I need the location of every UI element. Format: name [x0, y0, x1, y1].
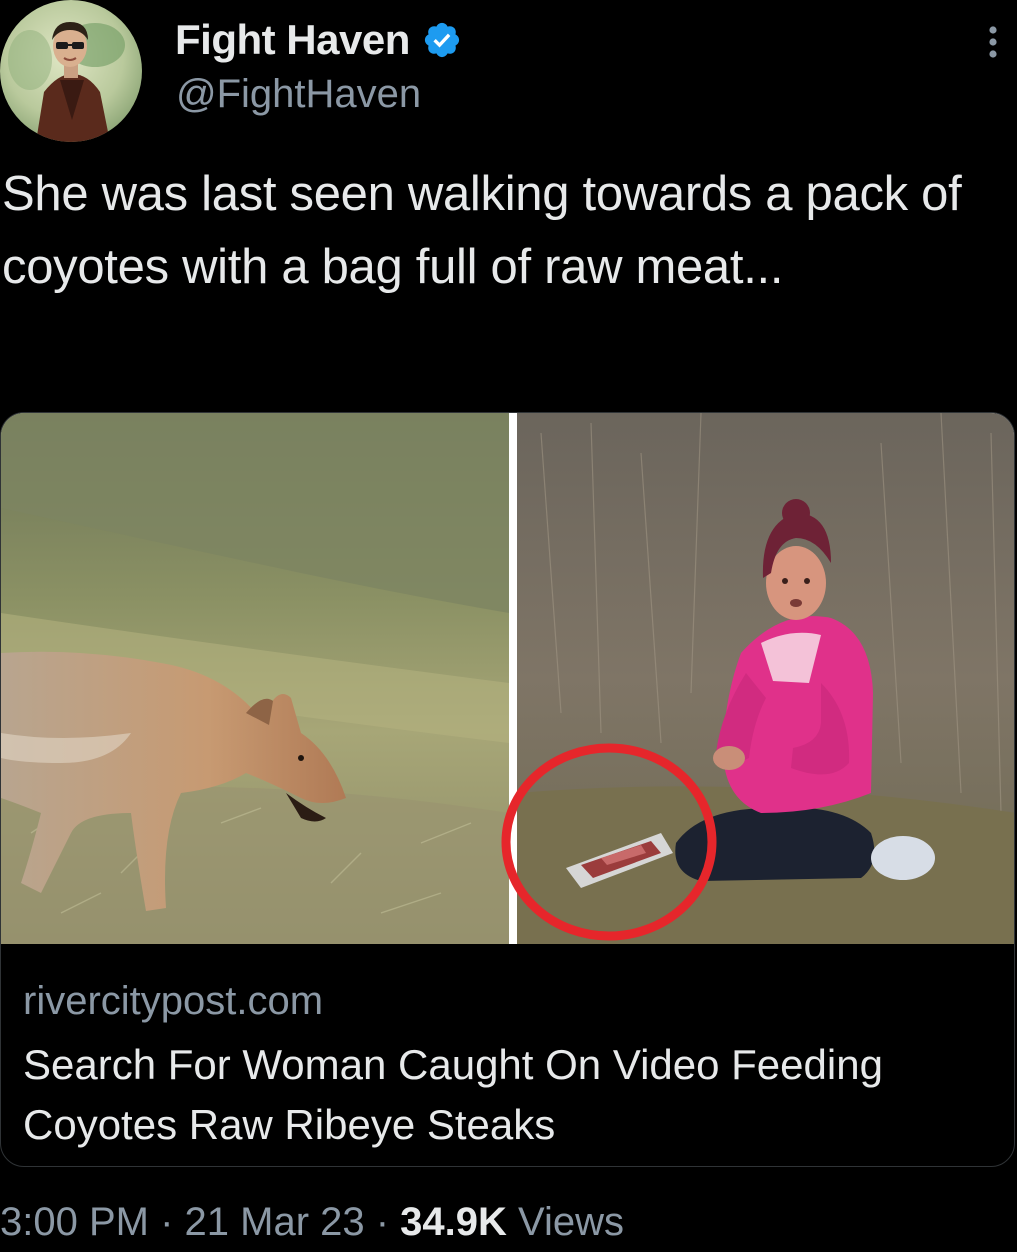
author-name-row: Fight Haven: [175, 14, 462, 66]
avatar[interactable]: [0, 0, 142, 142]
views-label: Views: [506, 1200, 625, 1244]
author-handle[interactable]: @FightHaven: [176, 72, 421, 117]
link-card[interactable]: rivercitypost.com Search For Woman Caugh…: [0, 412, 1015, 1167]
tweet-date[interactable]: 21 Mar 23: [185, 1200, 365, 1244]
display-name[interactable]: Fight Haven: [175, 16, 410, 64]
card-domain: rivercitypost.com: [23, 979, 324, 1023]
card-image: [1, 413, 1014, 944]
tweet-meta-row: 3:00 PM · 21 Mar 23 · 34.9K Views: [0, 1200, 624, 1245]
verified-badge-icon: [422, 20, 462, 60]
tweet-time[interactable]: 3:00 PM: [0, 1200, 149, 1244]
meta-separator: ·: [364, 1200, 401, 1244]
card-meta: rivercitypost.com Search For Woman Caugh…: [23, 975, 993, 1155]
meta-separator: ·: [148, 1200, 185, 1244]
card-title: Search For Woman Caught On Video Feeding…: [23, 1041, 883, 1148]
views-count[interactable]: 34.9K: [400, 1200, 507, 1244]
avatar-image: [0, 0, 142, 142]
tweet-text: She was last seen walking towards a pack…: [2, 167, 962, 294]
more-options-icon[interactable]: [975, 20, 1011, 64]
